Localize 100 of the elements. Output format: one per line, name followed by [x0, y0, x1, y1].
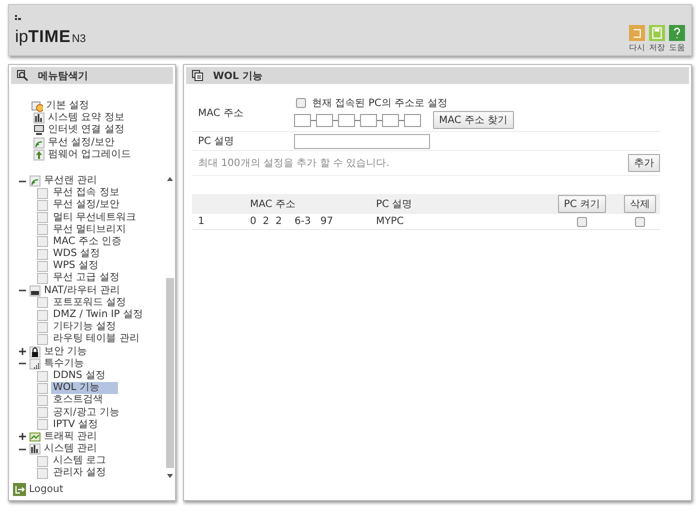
- tree-item[interactable]: WPS 설정: [51, 260, 100, 272]
- tree-item[interactable]: 펌웨어 업그레이드: [48, 148, 132, 161]
- menu-icon: [33, 148, 45, 161]
- scroll-up-icon[interactable]: [167, 176, 173, 181]
- page-icon: [37, 407, 48, 418]
- wake-pc-button[interactable]: PC 켜기: [558, 195, 606, 213]
- menu-icon: [29, 346, 41, 358]
- tree-item[interactable]: 무선 멀티브리지: [51, 224, 128, 236]
- tree-item[interactable]: 멀티 무선네트워크: [51, 212, 138, 224]
- tree-item[interactable]: 무선 설정/보안: [48, 136, 115, 149]
- page-icon: [37, 394, 48, 406]
- search-icon: [17, 70, 28, 81]
- page-icon: [37, 212, 48, 224]
- menu-icon: [29, 443, 41, 456]
- menu-icon: [29, 358, 41, 370]
- tree-item[interactable]: 무선 고급 설정: [51, 272, 122, 285]
- page-icon: [37, 188, 48, 199]
- mac-octet-field[interactable]: [360, 114, 377, 126]
- tree-item[interactable]: 포트포워드 설정: [51, 296, 128, 310]
- tree-item[interactable]: 기본 설정: [46, 100, 90, 112]
- panel-title: WOL 기능: [186, 67, 689, 84]
- tree-item[interactable]: 트래픽 관리: [44, 430, 98, 444]
- logo: ipTIME N3: [15, 27, 86, 47]
- scroll-down-icon[interactable]: [167, 474, 173, 478]
- page-icon: [37, 310, 48, 321]
- page-icon: [37, 200, 48, 211]
- tree-item[interactable]: 무선 접속 정보: [51, 187, 122, 200]
- reload-icon: [629, 25, 645, 41]
- page-icon: [37, 419, 48, 430]
- tree-item[interactable]: 관리자 설정: [51, 467, 108, 480]
- add-button[interactable]: 추가: [628, 154, 660, 172]
- help-icon: [669, 25, 685, 41]
- tree-item[interactable]: DDNS 설정: [51, 370, 108, 382]
- tree-item[interactable]: NAT/라우터 관리: [44, 284, 120, 297]
- tree-item[interactable]: 라우팅 테이블 관리: [51, 333, 142, 346]
- column-header: MAC 주소: [250, 199, 296, 210]
- dots-icon: [15, 15, 22, 21]
- tree-item[interactable]: 무선 설정/보안: [51, 199, 122, 212]
- page-icon: [37, 297, 48, 308]
- limit-note: 최대 100개의 설정을 추가 할 수 있습니다.: [197, 157, 390, 171]
- panel-title: 메뉴탐색기: [11, 67, 173, 84]
- expand-icon[interactable]: [19, 433, 26, 440]
- page-icon: [37, 260, 48, 272]
- checkbox-label: 현재 접속된 PC의 주소로 설정: [312, 97, 448, 110]
- menu-icon: [29, 430, 41, 443]
- logout-icon: [13, 483, 26, 496]
- mac-octet-field[interactable]: [316, 114, 333, 126]
- tree-item[interactable]: 시스템 요약 정보: [48, 112, 124, 124]
- description-field[interactable]: [294, 134, 430, 148]
- page-icon: [37, 273, 48, 284]
- tree-item[interactable]: DMZ / Twin IP 설정: [51, 309, 145, 322]
- menu-icon: [33, 112, 45, 124]
- tree-item[interactable]: 보안 기능: [44, 346, 88, 358]
- tree-item[interactable]: 기타기능 설정: [51, 321, 118, 334]
- checkbox[interactable]: [577, 216, 587, 226]
- field-label: PC 설명: [197, 135, 236, 148]
- delete-button[interactable]: 삭제: [624, 195, 656, 213]
- scrollbar[interactable]: [165, 174, 175, 480]
- tree-item[interactable]: IPTV 설정: [51, 418, 100, 431]
- tree-item[interactable]: MAC 주소 인증: [51, 236, 124, 248]
- table-cell: 1: [198, 216, 204, 227]
- page-icon: [37, 236, 48, 248]
- save-icon: [649, 25, 665, 41]
- checkbox[interactable]: [635, 216, 645, 226]
- table-cell: MYPC: [376, 216, 404, 227]
- mac-octet-field[interactable]: [404, 114, 421, 126]
- expand-icon[interactable]: [19, 348, 26, 356]
- tree-item[interactable]: 호스트검색: [51, 394, 105, 407]
- tree-item[interactable]: 시스템 관리: [44, 443, 98, 456]
- tree-item[interactable]: 공지/광고 기능: [51, 406, 122, 419]
- mac-octet-field[interactable]: [294, 114, 311, 126]
- tree-item[interactable]: 시스템 로그: [51, 455, 108, 468]
- page-icon: [37, 370, 48, 382]
- mac-octet-field[interactable]: [382, 114, 399, 126]
- checkbox[interactable]: [296, 98, 306, 108]
- page-icon: [37, 322, 48, 333]
- help-button[interactable]: 도움: [669, 25, 685, 53]
- tree-item[interactable]: 특수기능: [44, 358, 84, 370]
- reload-button[interactable]: 다시: [629, 25, 645, 53]
- find-mac-button[interactable]: MAC 주소 찾기: [433, 111, 514, 129]
- field-label: MAC 주소: [197, 106, 244, 120]
- page-icon: [37, 456, 48, 467]
- table-cell: 0 2 2 6-3 97: [250, 216, 334, 227]
- save-button[interactable]: 저장: [649, 25, 665, 53]
- logout-link[interactable]: Logout: [9, 480, 175, 500]
- menu-icon: [33, 136, 45, 149]
- column-header: PC 설명: [376, 199, 412, 210]
- menu-icon: [29, 284, 41, 297]
- tree-item[interactable]: 인터넷 연결 설정: [48, 124, 124, 137]
- tree-item[interactable]: WOL 기능: [51, 382, 118, 394]
- menu-icon: [29, 175, 41, 188]
- mac-octet-field[interactable]: [338, 114, 355, 126]
- window-icon: [192, 70, 203, 81]
- menu-icon: [33, 124, 45, 136]
- folder-icon: [31, 100, 43, 112]
- page-icon: [37, 334, 48, 345]
- page-icon: [37, 248, 48, 260]
- tree-item[interactable]: 무선랜 관리: [44, 174, 98, 188]
- page-icon: [37, 468, 48, 480]
- tree-item[interactable]: WDS 설정: [51, 248, 102, 260]
